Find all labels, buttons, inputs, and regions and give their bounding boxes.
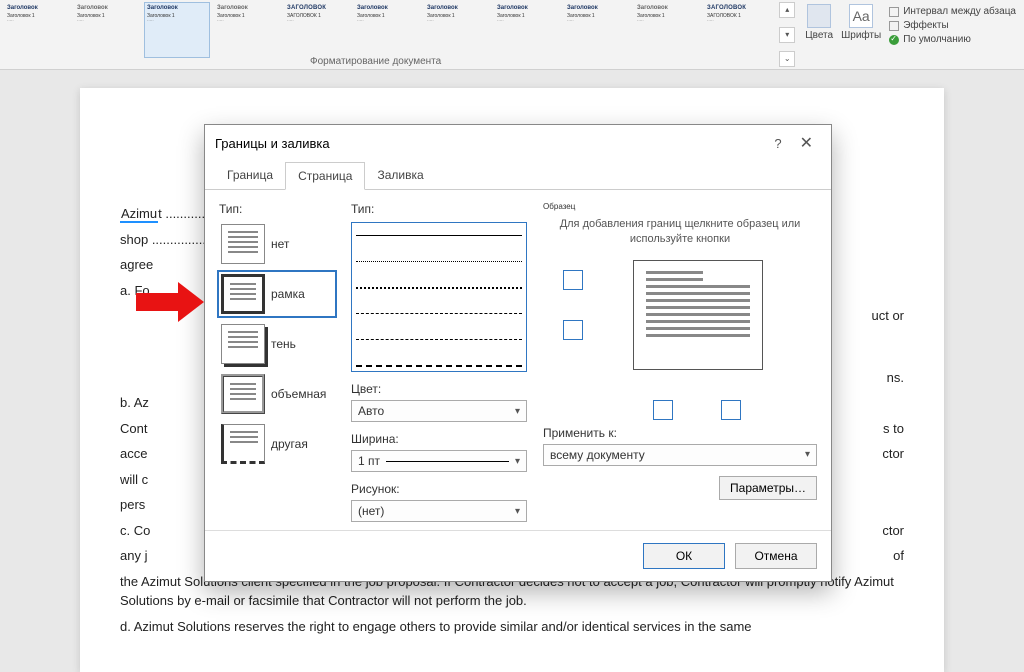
dialog-title: Границы и заливка (215, 136, 764, 151)
sample-label: Образец (543, 202, 817, 211)
shadow-icon (221, 324, 265, 364)
tab-page[interactable]: Страница (285, 162, 365, 190)
style-card[interactable]: ЗаголовокЗаголовок 1····· (74, 2, 140, 58)
art-select[interactable]: (нет) (351, 500, 527, 522)
width-label: Ширина: (351, 432, 527, 446)
style-card[interactable]: ЗаголовокЗаголовок 1····· (354, 2, 420, 58)
cancel-button[interactable]: Отмена (735, 543, 817, 569)
preview-page[interactable] (633, 260, 763, 370)
line-style-list[interactable] (351, 222, 527, 372)
style-column: Тип: Цвет: Авто Ширина: 1 пт Рисунок: ( (351, 202, 527, 522)
set-default-button[interactable]: По умолчанию (889, 34, 1016, 45)
close-button[interactable]: ✕ (792, 133, 821, 153)
art-label: Рисунок: (351, 482, 527, 496)
preview-area (543, 260, 817, 390)
borders-shading-dialog: Границы и заливка ? ✕ Граница Страница З… (204, 124, 832, 582)
callout-arrow-icon (136, 282, 206, 322)
apply-to-select[interactable]: всему документу (543, 444, 817, 466)
linestyle-label: Тип: (351, 202, 527, 216)
edge-left-button[interactable] (653, 400, 673, 420)
gallery-scroll: ▴ ▾ ⌄ (779, 0, 797, 69)
custom-icon (221, 424, 265, 464)
scroll-down-button[interactable]: ▾ (779, 27, 795, 43)
dialog-footer: ОК Отмена (205, 530, 831, 581)
apply-label: Применить к: (543, 426, 617, 440)
style-card[interactable]: ЗаголовокЗаголовок 1····· (494, 2, 560, 58)
tab-border[interactable]: Граница (215, 162, 285, 190)
style-card[interactable]: ЗаголовокЗаголовок 1····· (214, 2, 280, 58)
color-label: Цвет: (351, 382, 527, 396)
effects-button[interactable]: Эффекты (889, 20, 1016, 31)
dialog-titlebar: Границы и заливка ? ✕ (205, 125, 831, 161)
style-card[interactable]: ЗаголовокЗаголовок 1····· (564, 2, 630, 58)
setting-column: Тип: нет рамка тень объемная другая (219, 202, 335, 522)
style-card[interactable]: ЗаголовокЗаголовок 1····· (634, 2, 700, 58)
tab-fill[interactable]: Заливка (365, 162, 435, 190)
sample-hint: Для добавления границ щелкните образец и… (543, 217, 817, 248)
spacing-icon (889, 7, 899, 17)
edge-right-button[interactable] (721, 400, 741, 420)
style-card[interactable]: ЗАГОЛОВОКЗАГОЛОВОК 1····· (704, 2, 770, 58)
colors-button[interactable]: Цвета (805, 4, 833, 41)
setting-none[interactable]: нет (219, 222, 335, 266)
paragraph-spacing-button[interactable]: Интервал между абзаца (889, 6, 1016, 17)
ok-button[interactable]: ОК (643, 543, 725, 569)
fonts-icon: Aa (849, 4, 873, 28)
ribbon: ЗаголовокЗаголовок 1····· ЗаголовокЗагол… (0, 0, 1024, 70)
style-card[interactable]: ЗаголовокЗаголовок 1····· (144, 2, 210, 58)
fonts-button[interactable]: AaШрифты (841, 4, 881, 41)
check-icon (889, 35, 899, 45)
setting-shadow[interactable]: тень (219, 322, 335, 366)
options-button[interactable]: Параметры… (719, 476, 817, 500)
edge-top-button[interactable] (563, 270, 583, 290)
palette-icon (807, 4, 831, 28)
effects-icon (889, 21, 899, 31)
scroll-up-button[interactable]: ▴ (779, 2, 795, 18)
gallery-expand-button[interactable]: ⌄ (779, 51, 795, 67)
help-button[interactable]: ? (764, 136, 791, 151)
dialog-tabs: Граница Страница Заливка (205, 161, 831, 190)
style-card[interactable]: ЗаголовокЗаголовок 1····· (4, 2, 70, 58)
style-card[interactable]: ЗАГОЛОВОКЗАГОЛОВОК 1····· (284, 2, 350, 58)
box-icon (221, 274, 265, 314)
setting-custom[interactable]: другая (219, 422, 335, 466)
preview-column: Образец Для добавления границ щелкните о… (543, 202, 817, 522)
setting-box[interactable]: рамка (219, 272, 335, 316)
threeD-icon (221, 374, 265, 414)
ribbon-right: Цвета AaШрифты Интервал между абзаца Эфф… (797, 0, 1024, 69)
width-select[interactable]: 1 пт (351, 450, 527, 472)
color-select[interactable]: Авто (351, 400, 527, 422)
edge-bottom-button[interactable] (563, 320, 583, 340)
setting-label: Тип: (219, 202, 335, 216)
setting-3d[interactable]: объемная (219, 372, 335, 416)
none-icon (221, 224, 265, 264)
style-card[interactable]: ЗаголовокЗаголовок 1····· (424, 2, 490, 58)
ribbon-group-label: Форматирование документа (310, 56, 441, 67)
